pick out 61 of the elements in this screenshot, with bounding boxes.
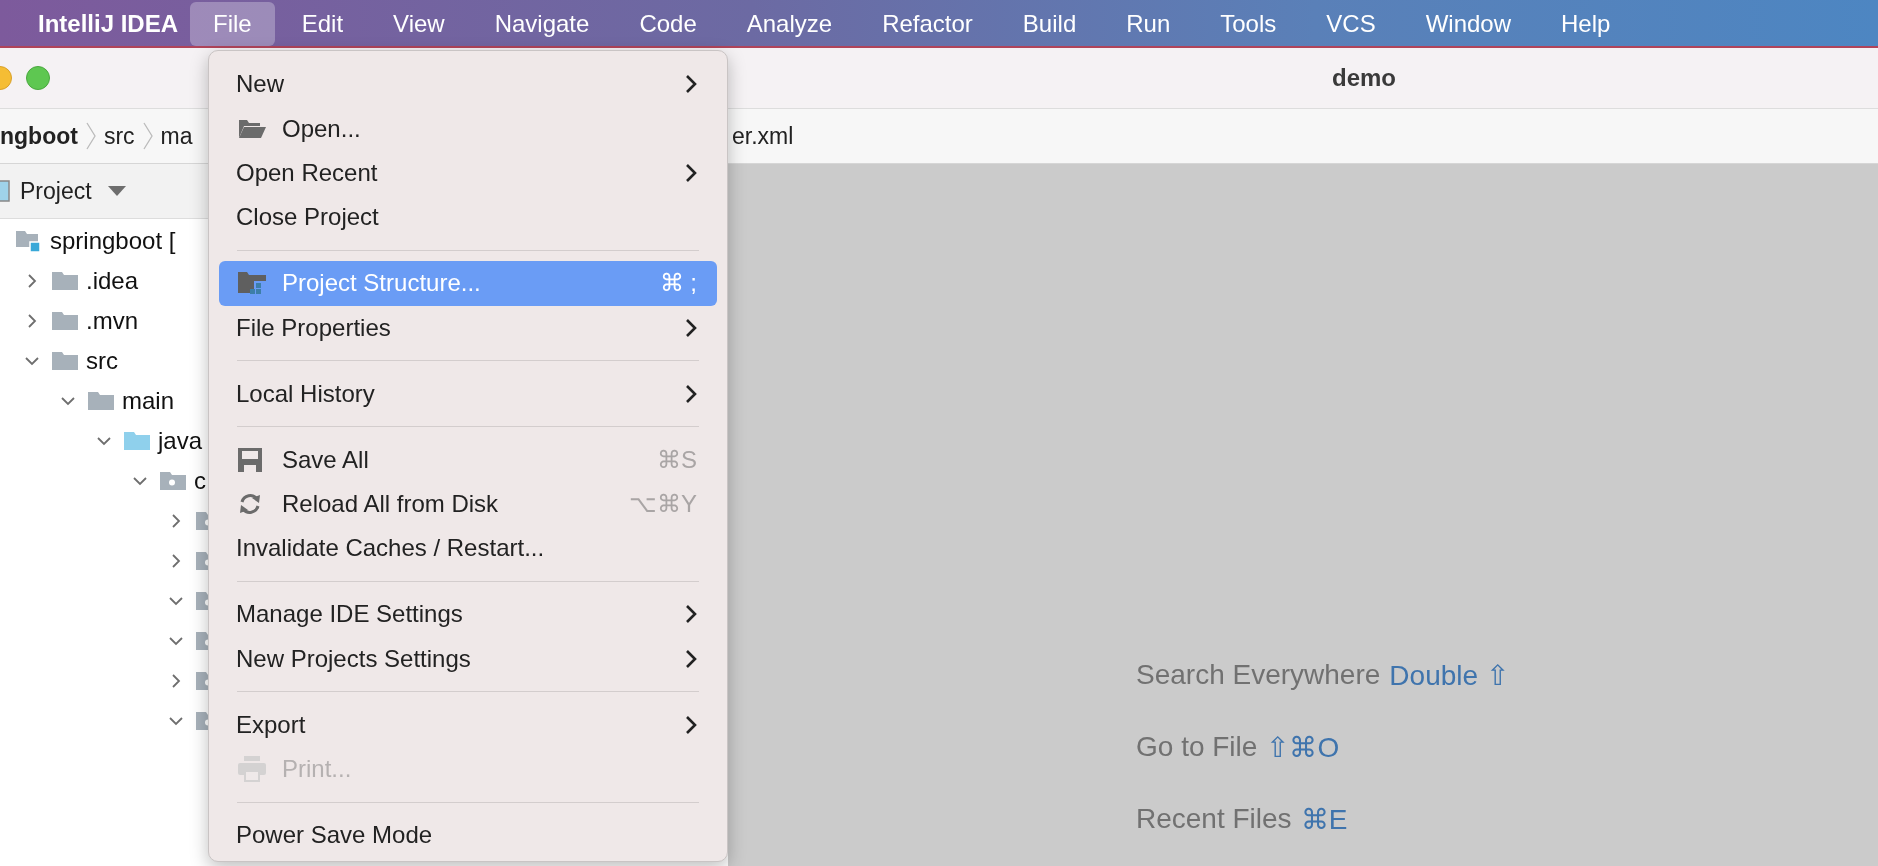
folder-icon (52, 310, 78, 332)
breadcrumb[interactable]: er.xml (732, 122, 794, 150)
menu-bar-item[interactable]: Refactor (859, 2, 996, 46)
menu-item[interactable]: Invalidate Caches / Restart... (219, 526, 717, 571)
menu-bar-item[interactable]: Edit (278, 2, 367, 46)
app-name[interactable]: IntelliJ IDEA (38, 10, 179, 38)
menu-item[interactable]: Export (219, 702, 717, 748)
module-icon (16, 229, 42, 253)
panel-title[interactable]: Project (20, 177, 92, 205)
tree-item-label[interactable]: springboot [ (50, 227, 176, 255)
hint-text: Search Everywhere (1136, 659, 1381, 691)
zoom-button[interactable] (26, 66, 50, 90)
menu-item[interactable]: Reload All from Disk ⌥⌘Y (219, 481, 717, 527)
menu-item[interactable]: Manage IDE Settings (219, 592, 717, 637)
menu-item[interactable]: New Projects Settings (219, 636, 717, 682)
folder-icon (238, 117, 266, 140)
menu-bar-item[interactable]: Window (1402, 2, 1534, 46)
tree-item-label[interactable]: .mvn (86, 307, 138, 335)
folder-icon (52, 350, 78, 372)
package-icon (160, 470, 186, 492)
tree-item-label[interactable]: main (122, 387, 175, 415)
folder-icon (88, 390, 114, 412)
shortcut-text: ⌘E (1300, 802, 1348, 836)
menu-bar-item[interactable]: VCS (1303, 2, 1399, 46)
printer-icon (238, 756, 266, 783)
menu-item[interactable]: File Properties (219, 305, 717, 350)
folder-icon (124, 430, 150, 452)
reload-icon (238, 492, 262, 517)
menu-item[interactable]: Local History (219, 371, 717, 416)
menu-bar-item[interactable]: Code (616, 2, 720, 46)
menu-bar-item[interactable]: View (370, 2, 468, 46)
menu-bar-item[interactable]: Navigate (471, 2, 613, 46)
menu-bar-item[interactable]: Help (1538, 2, 1634, 46)
menu-item[interactable]: Power Save Mode (219, 813, 717, 858)
shortcut-text: ⇧⌘O (1266, 730, 1340, 764)
tree-item-label[interactable]: src (86, 347, 118, 375)
menu-item[interactable]: Open... (219, 106, 717, 151)
chevron-icon (85, 122, 96, 150)
menu-item[interactable]: New (219, 62, 717, 107)
tree-item-label[interactable]: java (158, 427, 203, 455)
menu-bar-item[interactable]: Run (1103, 2, 1194, 46)
menu-bar-item[interactable]: Analyze (723, 2, 856, 46)
dropdown-icon[interactable] (107, 186, 126, 196)
breadcrumb[interactable]: ma (160, 122, 193, 150)
menu-bar-item[interactable]: Build (999, 2, 1100, 46)
menu-item[interactable]: Save All ⌘S (219, 437, 717, 482)
folder-icon (52, 270, 78, 292)
menu-bar-item[interactable]: Tools (1197, 2, 1300, 46)
shortcut-text: Double ⇧ (1389, 658, 1509, 692)
window-title: demo (1332, 64, 1396, 92)
hint-text: Recent Files (1136, 803, 1292, 835)
tree-item-label[interactable]: c (194, 467, 206, 495)
breadcrumb[interactable]: ngboot (0, 122, 78, 150)
project-structure-icon (238, 271, 266, 296)
menu-item[interactable]: Open Recent (219, 150, 717, 196)
breadcrumb[interactable]: src (103, 122, 135, 150)
menu-item[interactable]: Close Project (219, 195, 717, 240)
window-icon (0, 180, 10, 202)
tree-item-label[interactable]: .idea (86, 267, 139, 295)
chevron-icon (142, 122, 153, 150)
hint-text: Go to File (1136, 731, 1258, 763)
